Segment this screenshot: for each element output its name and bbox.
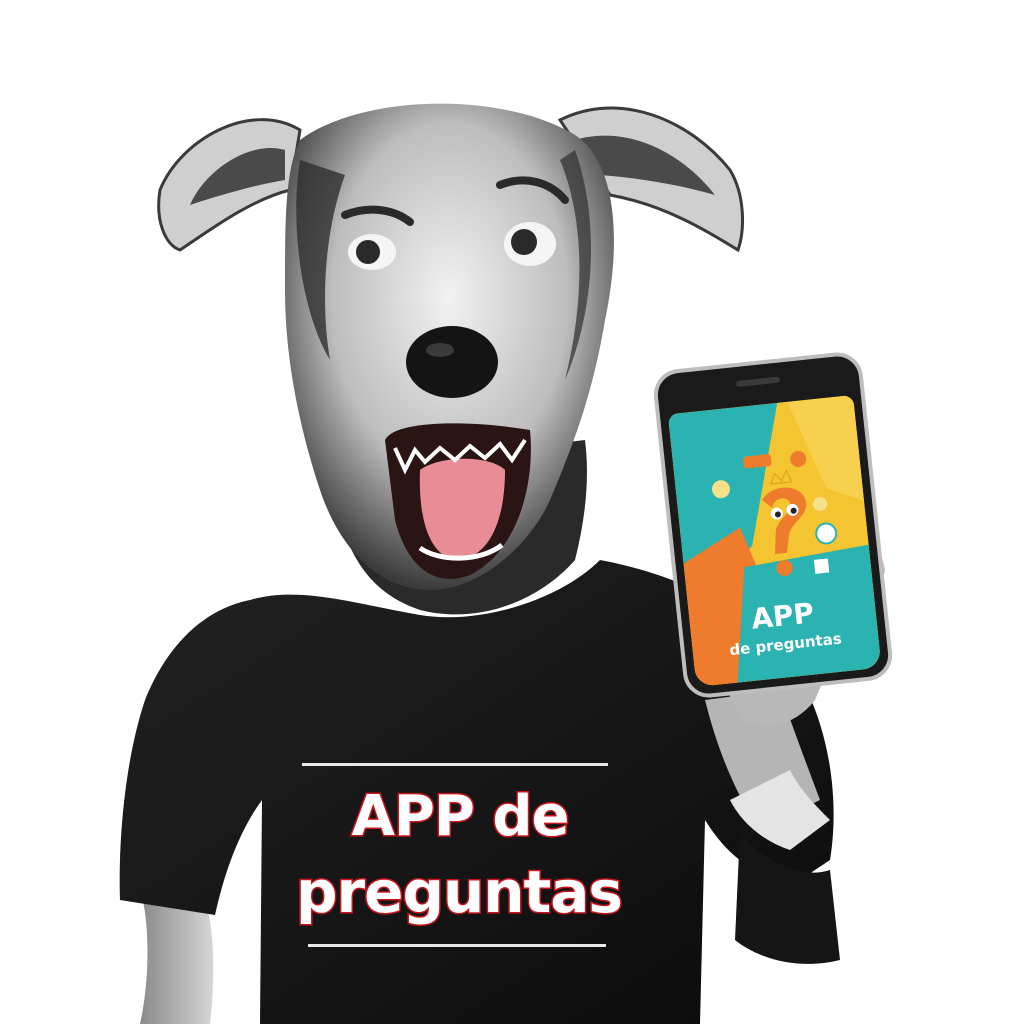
shirt-print-line-bottom <box>308 944 606 947</box>
shirt-print-line1: APP de <box>350 783 571 851</box>
scene: APP de preguntas APP de preguntas <box>0 0 1024 1024</box>
shirt-print-line2: preguntas <box>295 857 625 928</box>
left-pupil <box>356 240 380 264</box>
smartphone: APP de preguntas <box>651 349 895 701</box>
letter-d-icon <box>813 558 830 574</box>
right-pupil <box>511 229 537 255</box>
phone-screen: APP de preguntas <box>667 394 882 687</box>
phone-body: APP de preguntas <box>651 349 895 701</box>
phone-speaker <box>735 376 781 388</box>
shirt-print-line-top <box>302 763 608 766</box>
nose <box>406 326 498 398</box>
clock-icon <box>815 522 838 545</box>
